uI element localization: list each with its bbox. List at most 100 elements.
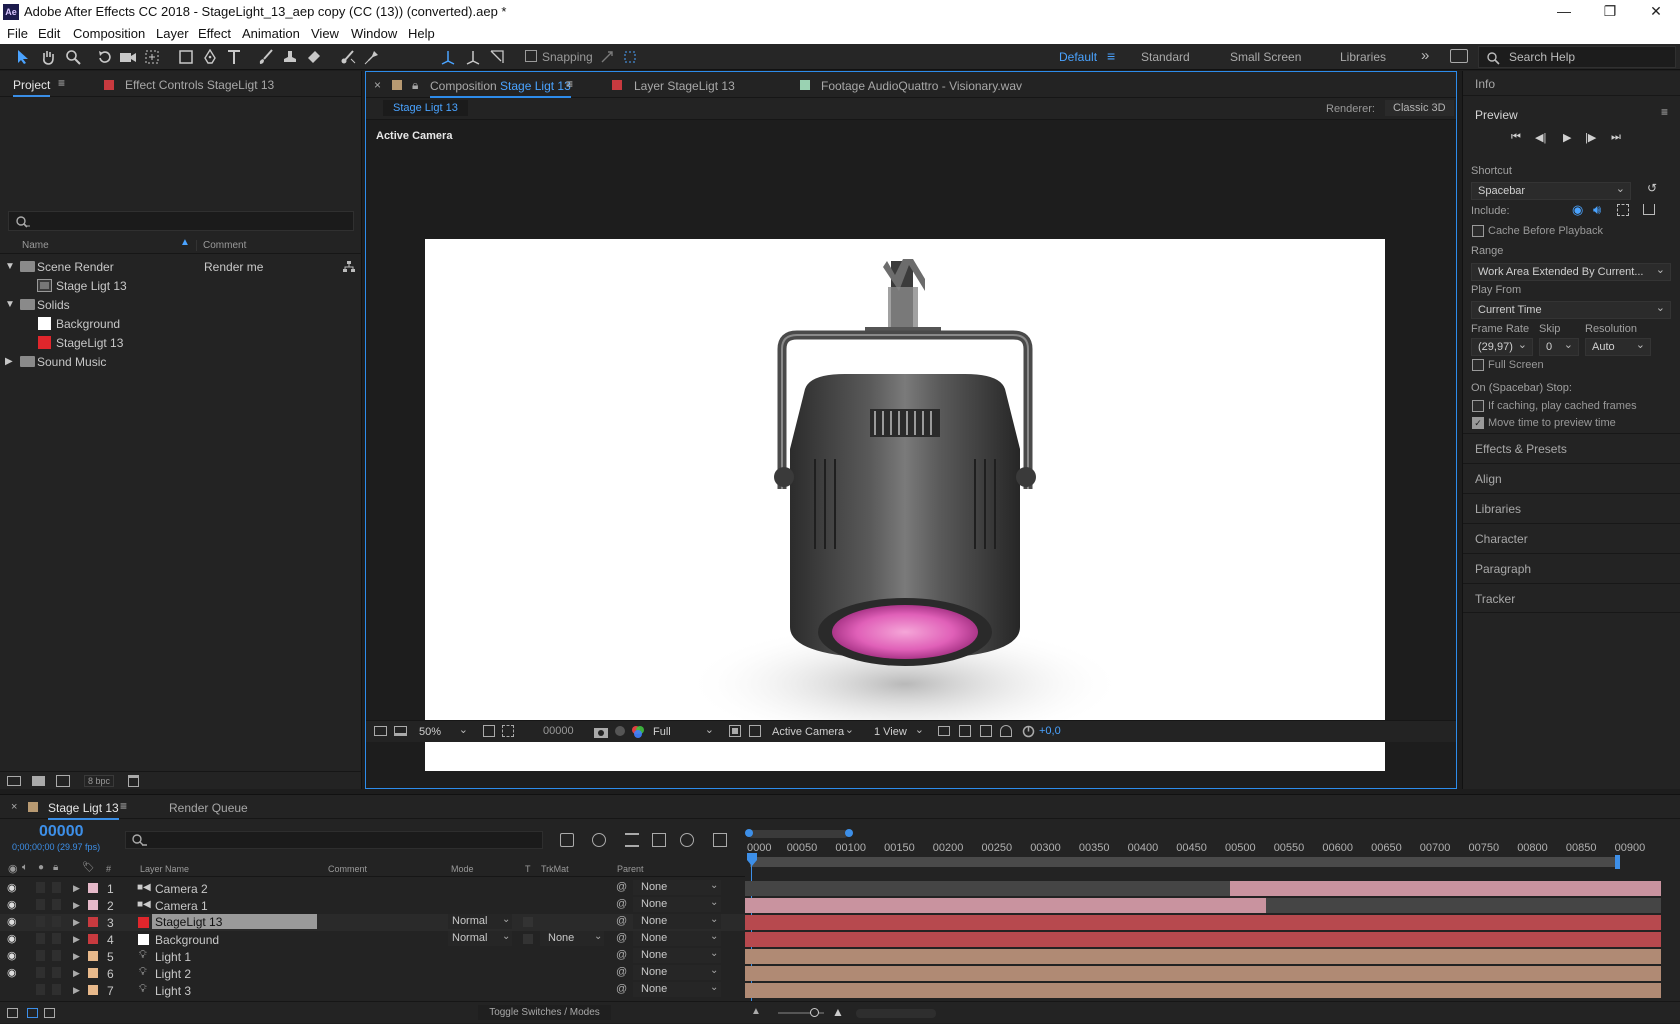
- include-audio-icon[interactable]: 🔊︎: [1593, 202, 1601, 218]
- label-color-swatch[interactable]: [88, 883, 98, 893]
- label-color-swatch[interactable]: [88, 917, 98, 927]
- expand-layer-icon[interactable]: ▶: [73, 968, 80, 979]
- layer-name[interactable]: Camera 2: [155, 882, 208, 896]
- lock-switch[interactable]: [52, 933, 61, 944]
- more-workspaces-icon[interactable]: »: [1421, 47, 1429, 64]
- parent-dropdown[interactable]: None: [633, 931, 721, 946]
- column-trkmat[interactable]: TrkMat: [541, 864, 569, 874]
- reset-icon[interactable]: ↺: [1647, 181, 1657, 195]
- column-comment[interactable]: Comment: [196, 240, 246, 251]
- always-preview-icon[interactable]: [374, 726, 387, 736]
- eye-visible-icon[interactable]: ◉: [7, 966, 17, 979]
- previous-frame-icon[interactable]: ◀|: [1535, 131, 1546, 144]
- project-item[interactable]: ▶ Sound Music: [0, 352, 360, 371]
- label-color-swatch[interactable]: [88, 900, 98, 910]
- new-composition-icon[interactable]: [56, 775, 70, 787]
- column-mode[interactable]: Mode: [451, 864, 474, 874]
- eye-visible-icon[interactable]: ◉: [7, 881, 17, 894]
- column-t[interactable]: T: [525, 864, 531, 874]
- label-color-swatch[interactable]: [88, 968, 98, 978]
- lock-switch-header-icon[interactable]: 🔒︎: [53, 862, 58, 873]
- workspace-libraries[interactable]: Libraries: [1340, 50, 1386, 64]
- layer-row[interactable]: ◉ ▶ 1 ■◀ Camera 2 @ None ⌄: [0, 880, 745, 897]
- zoom-in-icon[interactable]: ▲: [832, 1005, 844, 1019]
- range-dropdown[interactable]: Work Area Extended By Current...: [1471, 263, 1671, 281]
- search-help-field[interactable]: Search Help: [1478, 46, 1676, 68]
- frame-rate-dropdown[interactable]: (29,97): [1471, 338, 1533, 356]
- tab-effect-controls[interactable]: Effect Controls StageLigt 13: [125, 78, 274, 92]
- parent-dropdown[interactable]: None: [633, 897, 721, 912]
- close-tab-icon[interactable]: ×: [11, 801, 17, 813]
- paragraph-panel[interactable]: Paragraph: [1463, 553, 1680, 583]
- layer-row[interactable]: ▶ 7 💡︎ Light 3 @ None ⌄: [0, 982, 745, 999]
- composition-mini-flowchart-icon[interactable]: [560, 833, 574, 847]
- workspace-default[interactable]: Default: [1059, 50, 1097, 64]
- sync-settings-icon[interactable]: [1450, 49, 1468, 63]
- layer-duration-bar[interactable]: [745, 966, 1661, 981]
- character-panel[interactable]: Character: [1463, 523, 1680, 553]
- tab-layer[interactable]: Layer StageLigt 13: [634, 79, 735, 93]
- layer-duration-bar[interactable]: [745, 932, 1661, 947]
- solo-switch[interactable]: [36, 899, 45, 910]
- toggle-switches-modes-button[interactable]: Toggle Switches / Modes: [478, 1005, 611, 1020]
- resolution-dropdown[interactable]: Auto: [1585, 338, 1651, 356]
- layer-name[interactable]: StageLigt 13: [152, 914, 317, 929]
- interpret-footage-icon[interactable]: [7, 776, 21, 786]
- layer-row[interactable]: ◉ ▶ 5 💡︎ Light 1 @ None ⌄: [0, 948, 745, 965]
- project-search-input[interactable]: [8, 211, 354, 231]
- tracker-panel[interactable]: Tracker: [1463, 583, 1680, 613]
- parent-dropdown[interactable]: None: [633, 982, 721, 997]
- layer-row[interactable]: ◉ ▶ 4 Background Normal ⌄ None ⌄ @ None ⌄: [0, 931, 745, 948]
- layer-name[interactable]: Light 2: [155, 967, 191, 981]
- exposure-value[interactable]: +0,0: [1039, 725, 1061, 737]
- snap-features-icon[interactable]: [620, 47, 640, 67]
- menu-effect[interactable]: Effect: [198, 26, 231, 41]
- magnification-dropdown[interactable]: 50%: [412, 723, 474, 741]
- menu-layer[interactable]: Layer: [156, 26, 189, 41]
- include-video-icon[interactable]: ◉: [1572, 202, 1583, 218]
- graph-editor-icon[interactable]: [713, 833, 727, 847]
- collapse-icon[interactable]: ▶: [5, 356, 13, 367]
- roto-brush-tool-icon[interactable]: [338, 47, 358, 67]
- work-area-bar[interactable]: [750, 857, 1620, 867]
- expand-icon[interactable]: ▼: [5, 299, 15, 310]
- eye-visible-icon[interactable]: ◉: [7, 932, 17, 945]
- timeline-scrollbar[interactable]: [856, 1009, 936, 1018]
- choose-grid-icon[interactable]: [483, 725, 495, 737]
- parent-dropdown[interactable]: None: [633, 948, 721, 963]
- lock-switch[interactable]: [52, 882, 61, 893]
- frame-blending-icon[interactable]: [652, 833, 666, 847]
- zoom-out-icon[interactable]: ▲: [751, 1006, 761, 1017]
- brush-tool-icon[interactable]: [256, 47, 276, 67]
- puppet-pin-tool-icon[interactable]: [362, 47, 382, 67]
- expand-layer-icon[interactable]: ▶: [73, 883, 80, 894]
- pick-whip-icon[interactable]: @: [616, 932, 627, 944]
- flowchart-view-icon[interactable]: [1000, 725, 1012, 737]
- layer-name[interactable]: Light 1: [155, 950, 191, 964]
- trash-icon[interactable]: [128, 775, 139, 787]
- pick-whip-icon[interactable]: @: [616, 915, 627, 927]
- lock-switch[interactable]: [52, 967, 61, 978]
- cache-before-playback-checkbox[interactable]: [1472, 225, 1484, 237]
- project-panel-menu-icon[interactable]: ≡: [58, 76, 65, 90]
- expand-layer-icon[interactable]: ▶: [73, 917, 80, 928]
- time-navigator-end-handle[interactable]: [845, 829, 853, 837]
- pick-whip-icon[interactable]: @: [616, 898, 627, 910]
- eye-visible-icon[interactable]: ◉: [7, 949, 17, 962]
- project-item[interactable]: Stage Ligt 13: [0, 276, 360, 295]
- layer-duration-bar[interactable]: [745, 881, 1230, 896]
- effects-presets-panel[interactable]: Effects & Presets: [1463, 433, 1680, 463]
- view-layout-dropdown[interactable]: 1 View: [867, 723, 930, 741]
- transparency-grid-icon[interactable]: [749, 725, 761, 737]
- project-item[interactable]: ▼ Scene Render Render me: [0, 257, 360, 276]
- info-panel[interactable]: Info: [1463, 71, 1680, 96]
- pick-whip-icon[interactable]: @: [616, 949, 627, 961]
- hide-shy-layers-icon[interactable]: [625, 833, 639, 847]
- snapping-checkbox[interactable]: [525, 50, 537, 62]
- menu-animation[interactable]: Animation: [242, 26, 300, 41]
- expand-icon[interactable]: ▼: [5, 261, 15, 272]
- workspace-small-screen[interactable]: Small Screen: [1230, 50, 1301, 64]
- skip-dropdown[interactable]: 0: [1539, 338, 1579, 356]
- layer-duration-bar[interactable]: [745, 949, 1661, 964]
- workspace-standard[interactable]: Standard: [1141, 50, 1190, 64]
